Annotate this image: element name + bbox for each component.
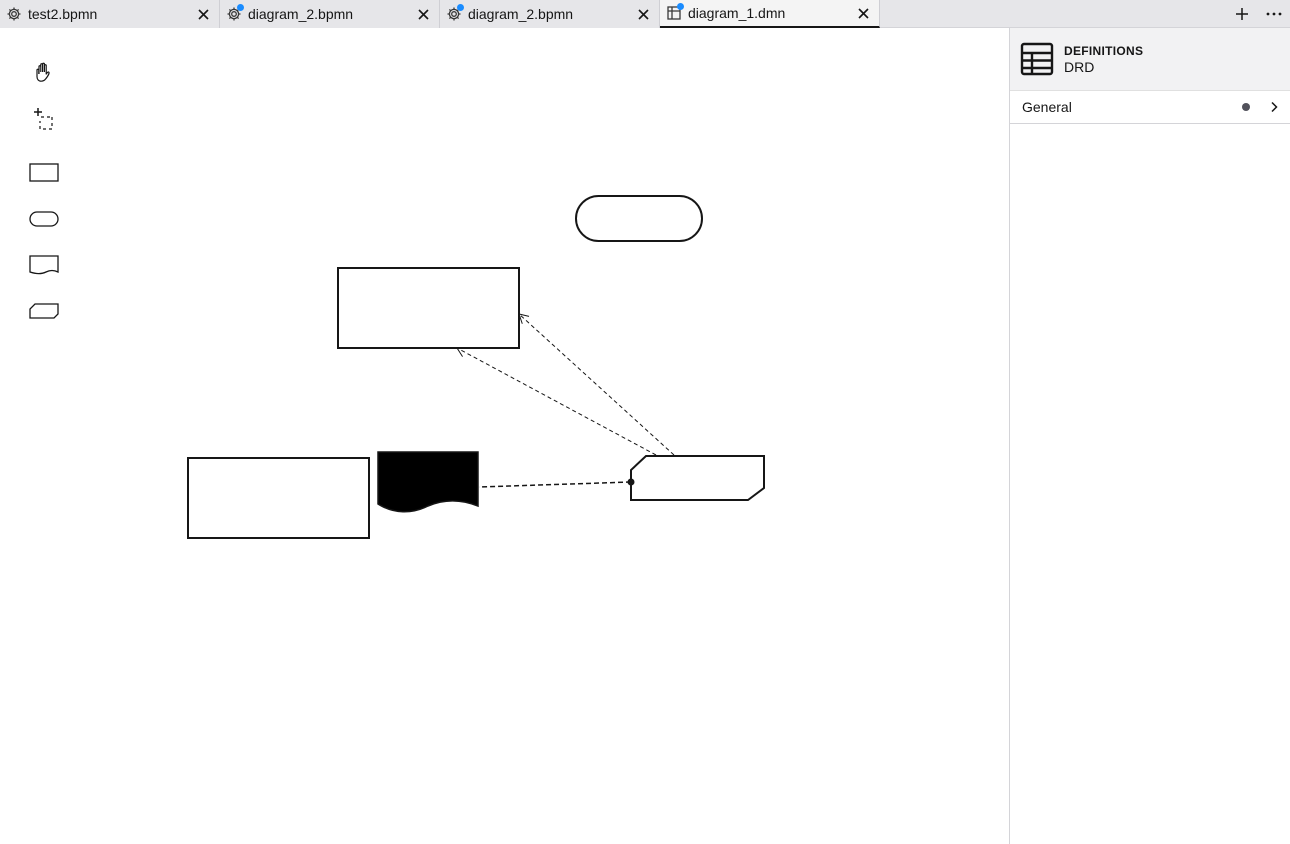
association-connection[interactable] [478,481,632,488]
decision-shape[interactable] [337,267,520,349]
decision-shape[interactable] [187,457,370,539]
tab-diagram-1-dmn[interactable]: diagram_1.dmn [660,0,880,28]
chevron-right-icon [1271,101,1278,113]
tab-label: diagram_2.bpmn [468,6,574,22]
data-indicator-dot [1242,103,1250,111]
unsaved-dot [237,4,244,11]
add-tab-button[interactable] [1226,0,1258,28]
dmn-icon [666,3,684,21]
properties-header: DEFINITIONS DRD [1010,28,1290,91]
table-icon [1020,42,1054,76]
tab-actions [1226,0,1290,28]
tab-label: diagram_2.bpmn [248,6,354,22]
plus-icon [1236,8,1248,20]
ellipsis-icon [1266,12,1282,16]
properties-panel: DEFINITIONS DRD General [1009,28,1290,844]
information-requirement-connection[interactable] [518,313,675,456]
input-data-shape[interactable] [575,195,703,242]
element-type: DEFINITIONS [1064,43,1144,58]
tab-test2-bpmn[interactable]: test2.bpmn [0,0,220,28]
knowledge-source-shape[interactable] [377,451,479,513]
tab-diagram-2-bpmn[interactable]: diagram_2.bpmn [220,0,440,28]
unsaved-dot [457,4,464,11]
tab-diagram-2-bpmn[interactable]: diagram_2.bpmn [440,0,660,28]
close-icon[interactable] [855,5,871,21]
tab-label: test2.bpmn [28,6,98,22]
tab-label: diagram_1.dmn [688,5,786,21]
information-requirement-connection[interactable] [456,347,657,456]
unsaved-dot [677,3,684,10]
more-options-button[interactable] [1258,0,1290,28]
close-icon[interactable] [195,6,211,22]
connection-endpoint [627,478,635,486]
group-general[interactable]: General [1010,91,1290,124]
close-icon[interactable] [415,6,431,22]
close-icon[interactable] [635,6,651,22]
gear-icon [446,4,464,22]
tab-bar: test2.bpmn diagram_2.bpmn diagram_2.bpmn… [0,0,1290,28]
business-knowledge-model-shape[interactable] [630,455,765,501]
gear-icon [6,6,22,22]
gear-icon [226,4,244,22]
group-label: General [1022,99,1072,115]
drd-diagram [187,195,765,539]
diagram-canvas[interactable] [0,28,1009,844]
element-name: DRD [1064,58,1095,75]
